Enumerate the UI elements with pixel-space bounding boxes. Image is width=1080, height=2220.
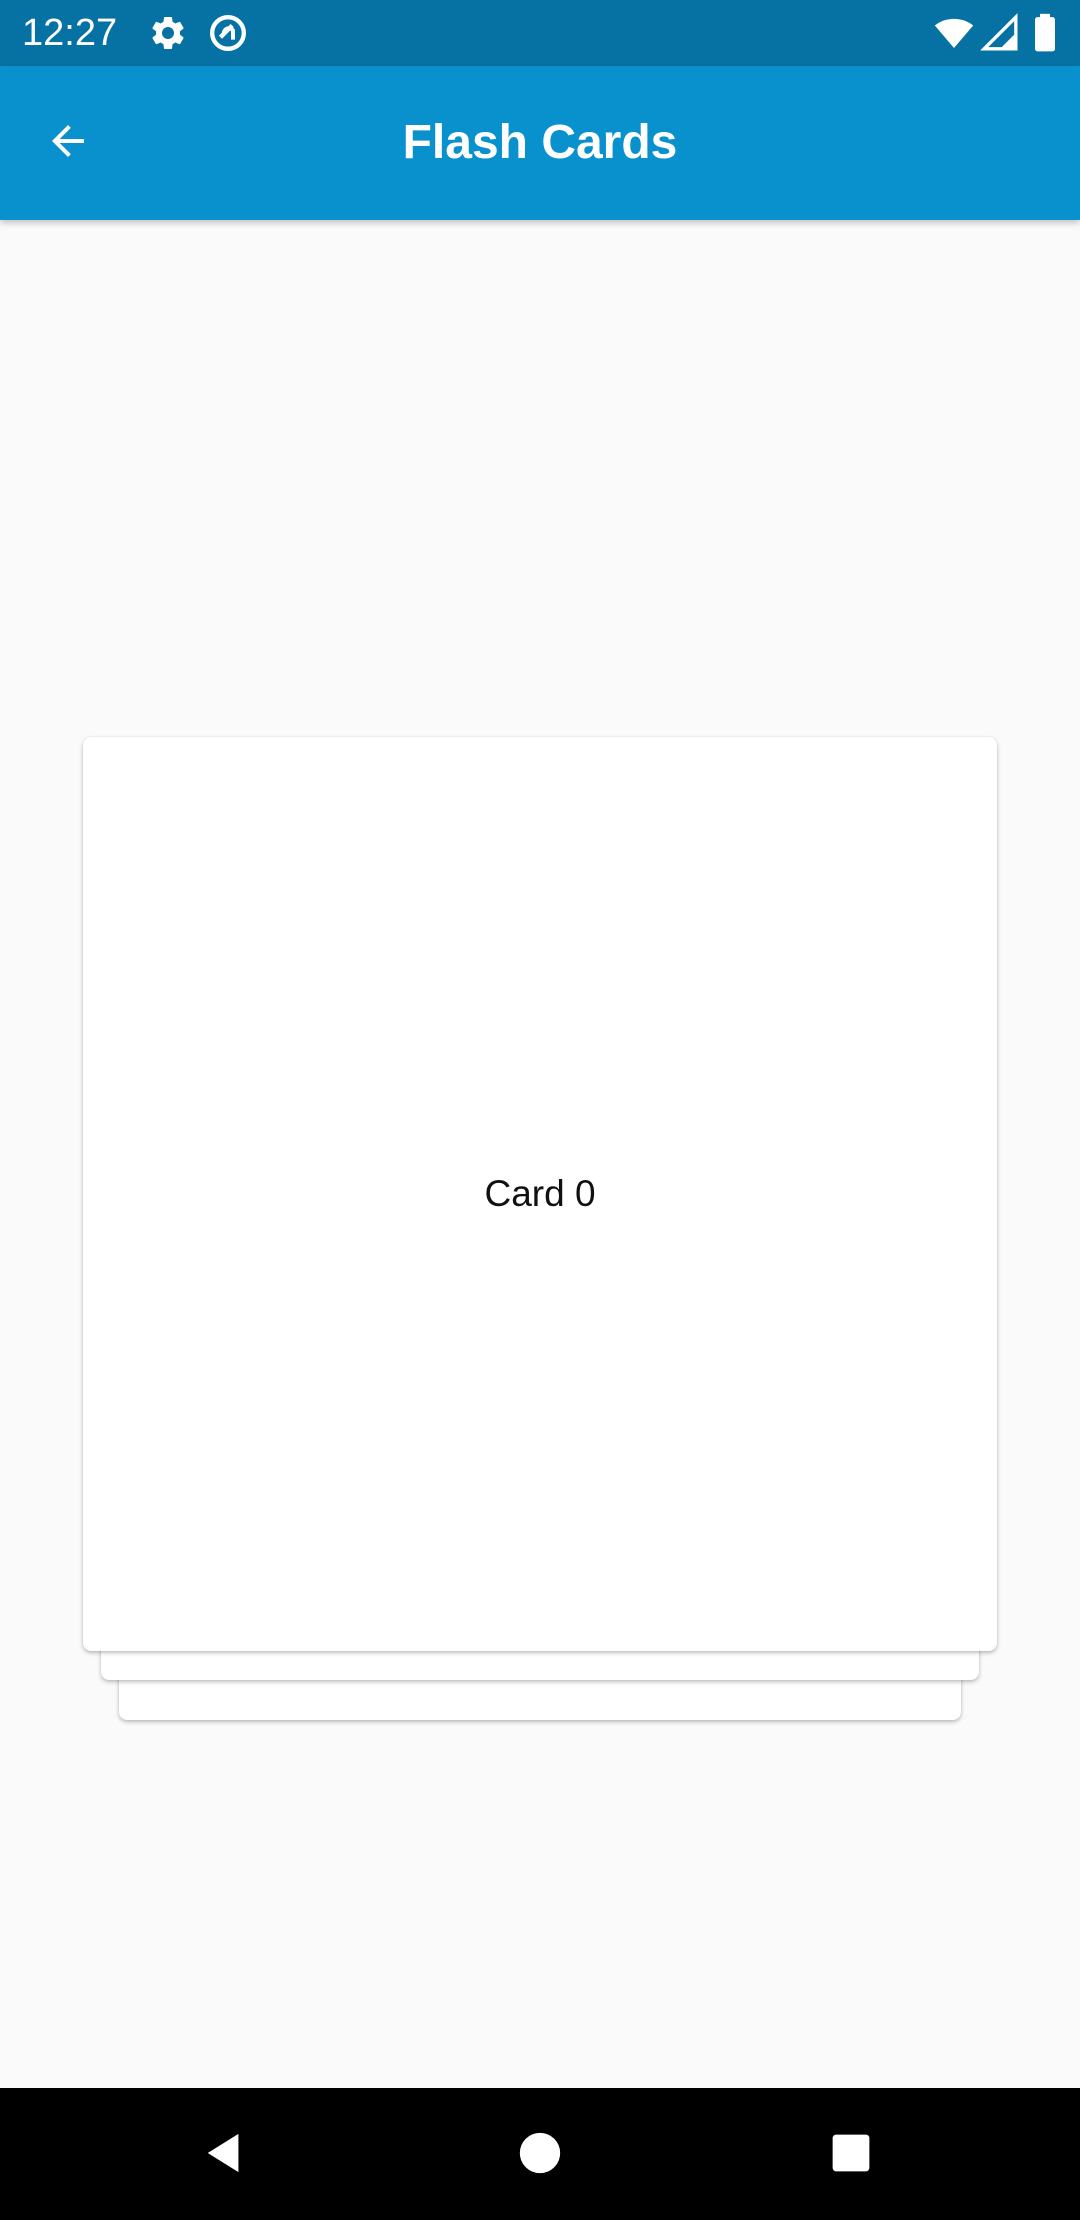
signal-icon (980, 13, 1020, 53)
page-title: Flash Cards (402, 116, 678, 169)
nav-home-button[interactable] (495, 2110, 585, 2200)
nav-back-button[interactable] (180, 2110, 270, 2200)
battery-icon (1030, 13, 1060, 53)
wifi-icon (934, 13, 974, 53)
card-label: Card 0 (484, 1173, 596, 1214)
status-bar: 12:27 (0, 0, 1080, 66)
back-button[interactable] (28, 103, 108, 183)
flash-card-front[interactable]: Card 0 (83, 737, 997, 1651)
navigation-bar (0, 2088, 1080, 2220)
back-triangle-icon (202, 2130, 248, 2181)
status-time: 12:27 (22, 12, 118, 54)
home-circle-icon (518, 2131, 562, 2180)
sync-icon (208, 13, 248, 53)
recents-square-icon (830, 2132, 872, 2179)
nav-recents-button[interactable] (806, 2110, 896, 2200)
app-bar: Flash Cards (0, 66, 1080, 220)
arrow-left-icon (44, 117, 92, 170)
settings-icon (148, 13, 188, 53)
